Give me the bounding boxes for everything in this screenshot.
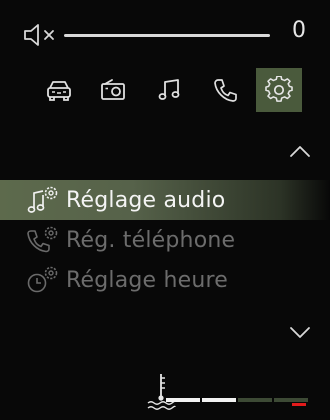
tab-settings[interactable] — [256, 68, 302, 112]
radio-icon — [101, 79, 125, 100]
gauge-warning-marker — [292, 403, 306, 406]
volume-slider[interactable] — [64, 34, 270, 37]
scroll-up-icon[interactable] — [288, 144, 312, 158]
audio-settings-icon — [27, 186, 58, 213]
car-icon — [47, 81, 71, 101]
coolant-temperature-icon — [147, 374, 176, 410]
scroll-down-icon[interactable] — [288, 326, 312, 340]
phone-icon — [214, 79, 237, 102]
tab-music[interactable] — [146, 68, 192, 112]
menu-item-label: Réglage audio — [66, 187, 226, 213]
music-note-icon — [158, 79, 180, 100]
gear-icon — [265, 76, 293, 102]
clock-settings-icon — [27, 266, 58, 293]
category-tab-bar — [36, 68, 304, 112]
gauge-segment — [166, 398, 200, 402]
settings-menu: Réglage audio Rég. téléphone Réglage heu… — [0, 180, 330, 300]
gauge-segment — [274, 398, 308, 402]
infotainment-screen: 0 Réglage audio Rég. téléphone Réglage h… — [0, 0, 330, 420]
tab-radio[interactable] — [90, 68, 136, 112]
gauge-segment — [238, 398, 272, 402]
speaker-muted-icon[interactable] — [22, 22, 62, 48]
menu-item-audio-settings[interactable]: Réglage audio — [0, 180, 330, 220]
tab-phone[interactable] — [202, 68, 248, 112]
coolant-temperature-gauge — [146, 372, 322, 412]
gauge-segment — [202, 398, 236, 402]
volume-row: 0 — [0, 18, 330, 52]
menu-item-phone-settings[interactable]: Rég. téléphone — [0, 220, 330, 260]
menu-item-label: Réglage heure — [66, 267, 229, 293]
menu-item-time-settings[interactable]: Réglage heure — [0, 260, 330, 300]
tab-vehicle[interactable] — [36, 68, 82, 112]
menu-item-label: Rég. téléphone — [66, 227, 236, 253]
phone-settings-icon — [27, 226, 58, 253]
volume-value: 0 — [292, 18, 306, 43]
